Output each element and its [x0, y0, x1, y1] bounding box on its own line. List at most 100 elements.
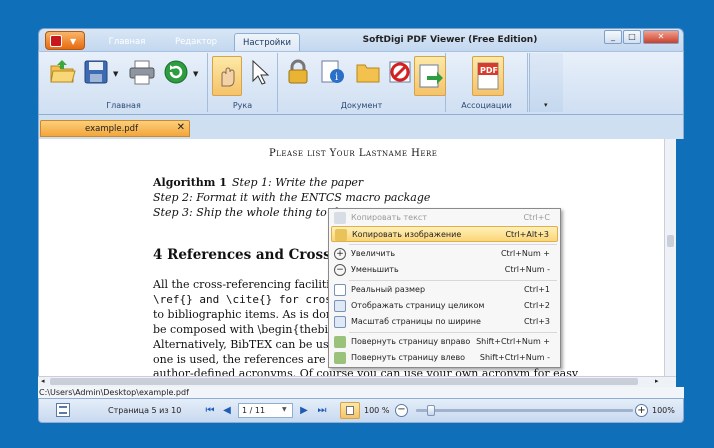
svg-text:PDF: PDF: [480, 66, 498, 75]
algorithm-step-3: Step 3: Ship the whole thing to th: [153, 206, 342, 219]
refresh-dropdown-icon[interactable]: ▼: [193, 70, 198, 78]
close-tab-icon[interactable]: ✕: [177, 122, 185, 133]
fit-page-icon: [334, 300, 346, 312]
menu-rotate-left[interactable]: Повернуть страницу влево Shift+Ctrl+Num -: [331, 350, 558, 366]
menu-actual-size[interactable]: Реальный размер Ctrl+1: [331, 282, 558, 298]
group-label: Документ: [340, 101, 383, 110]
menu-label: Копировать текст: [351, 213, 427, 222]
select-arrow-icon[interactable]: [246, 58, 274, 86]
menu-shortcut: Ctrl+C: [523, 213, 550, 222]
refresh-icon[interactable]: [162, 58, 190, 86]
save-icon[interactable]: [82, 58, 110, 86]
zoom-out-icon: −: [334, 264, 346, 276]
menu-rotate-right[interactable]: Повернуть страницу вправо Shift+Ctrl+Num …: [331, 334, 558, 350]
page-layout-icon: [346, 406, 354, 415]
first-page-icon[interactable]: ⏮: [203, 404, 217, 417]
chevron-down-icon: ▼: [70, 37, 77, 46]
document-tab-label: example.pdf: [85, 124, 139, 134]
zoom-value: 100 %: [364, 406, 390, 415]
last-page-icon[interactable]: ⏭: [315, 404, 329, 417]
export-button[interactable]: [414, 56, 446, 96]
menu-label: Увеличить: [351, 249, 396, 258]
save-dropdown-icon[interactable]: ▼: [113, 70, 118, 78]
page-header: Please list Your Lastname Here: [269, 148, 438, 159]
menu-zoom-in[interactable]: + Увеличить Ctrl+Num +: [331, 246, 558, 262]
menu-zoom-out[interactable]: − Уменьшить Ctrl+Num -: [331, 262, 558, 278]
menu-label: Отображать страницу целиком: [351, 301, 485, 310]
menu-fit-width[interactable]: Масштаб страницы по ширине Ctrl+3: [331, 314, 558, 330]
zoom-slider[interactable]: [416, 409, 633, 412]
menu-label: Уменьшить: [351, 265, 399, 274]
copy-text-icon: [334, 212, 346, 224]
actual-size-icon: [334, 284, 346, 296]
lock-icon[interactable]: [284, 58, 312, 86]
group-label: Ассоциации: [461, 101, 512, 110]
document-tab[interactable]: example.pdf ✕: [40, 120, 190, 137]
minimize-button[interactable]: _: [604, 30, 622, 44]
ribbon-expand-icon: ▾: [544, 101, 548, 109]
tab-settings[interactable]: Настройки: [234, 33, 300, 51]
hand-tool-button[interactable]: [212, 56, 242, 96]
algorithm-step-1: Step 1: Write the paper: [232, 176, 364, 189]
pdf-association-button[interactable]: PDF: [472, 56, 504, 96]
scroll-left-icon[interactable]: ◂: [41, 377, 45, 385]
zoom-in-icon[interactable]: +: [635, 404, 648, 417]
menu-shortcut: Shift+Ctrl+Num +: [476, 337, 550, 346]
menu-copy-text[interactable]: Копировать текст Ctrl+C: [331, 210, 558, 226]
body-line: be composed with \begin{thebi: [153, 323, 329, 336]
rotate-right-icon: [334, 336, 346, 348]
no-plugin-icon[interactable]: [386, 58, 414, 86]
section-heading: 4 References and Cross: [153, 247, 331, 263]
group-label: Рука: [232, 101, 253, 110]
body-line: Alternatively, BibTEX can be use: [153, 338, 336, 351]
menu-label: Повернуть страницу вправо: [351, 337, 471, 346]
menu-shortcut: Shift+Ctrl+Num -: [479, 353, 550, 362]
next-page-icon[interactable]: ▶: [297, 404, 311, 417]
menu-fit-page[interactable]: Отображать страницу целиком Ctrl+2: [331, 298, 558, 314]
app-menu-button[interactable]: ▼: [45, 31, 85, 50]
file-path: C:\Users\Admin\Desktop\example.pdf: [38, 387, 684, 398]
menu-shortcut: Ctrl+Num +: [500, 249, 550, 258]
menu-copy-image[interactable]: Копировать изображение Ctrl+Alt+3: [331, 226, 558, 242]
svg-text:i: i: [335, 72, 338, 83]
open-folder-icon[interactable]: [48, 58, 76, 86]
menu-shortcut: Ctrl+2: [523, 301, 550, 310]
group-label: Главная: [106, 101, 141, 110]
scroll-right-icon[interactable]: ▸: [655, 377, 659, 385]
window-title: SoftDigi PDF Viewer (Free Edition): [362, 35, 538, 45]
fit-width-icon: [334, 316, 346, 328]
ribbon-options-button[interactable]: ▾: [529, 53, 563, 112]
algorithm-label: Algorithm 1: [153, 176, 227, 189]
menu-label: Масштаб страницы по ширине: [351, 317, 481, 326]
menu-label: Реальный размер: [351, 285, 426, 294]
page-layout-button[interactable]: [340, 402, 360, 419]
close-button[interactable]: ✕: [643, 30, 679, 44]
scroll-thumb[interactable]: [667, 235, 674, 247]
copy-image-icon: [335, 229, 347, 241]
thumbnails-icon[interactable]: [56, 403, 70, 417]
menu-separator: [349, 280, 557, 281]
print-icon[interactable]: [128, 58, 156, 86]
document-info-icon[interactable]: i: [318, 58, 346, 86]
horizontal-scroll-thumb[interactable]: [50, 378, 638, 385]
menu-separator: [349, 332, 557, 333]
body-line: to bibliographic items. As is done: [153, 308, 340, 321]
app-logo-icon: [50, 35, 62, 47]
page-dropdown-icon[interactable]: ▼: [282, 406, 287, 413]
body-line: one is used, the references are to: [153, 353, 341, 366]
menu-label: Копировать изображение: [352, 230, 462, 239]
folder-icon[interactable]: [354, 58, 382, 86]
zoom-in-icon: +: [334, 248, 346, 260]
menu-shortcut: Ctrl+Alt+3: [505, 230, 549, 239]
tab-editor[interactable]: Редактор: [166, 33, 226, 51]
zoom-out-icon[interactable]: −: [395, 404, 408, 417]
prev-page-icon[interactable]: ◀: [220, 404, 234, 417]
zoom-slider-thumb[interactable]: [426, 405, 435, 416]
page-info: Страница 5 из 10: [108, 406, 182, 415]
maximize-button[interactable]: □: [623, 30, 641, 44]
algorithm-step-2: Step 2: Format it with the ENTCS macro p…: [153, 191, 431, 204]
menu-separator: [349, 244, 557, 245]
tab-home[interactable]: Главная: [100, 33, 154, 51]
vertical-scrollbar[interactable]: [664, 139, 676, 376]
menu-shortcut: Ctrl+3: [523, 317, 550, 326]
